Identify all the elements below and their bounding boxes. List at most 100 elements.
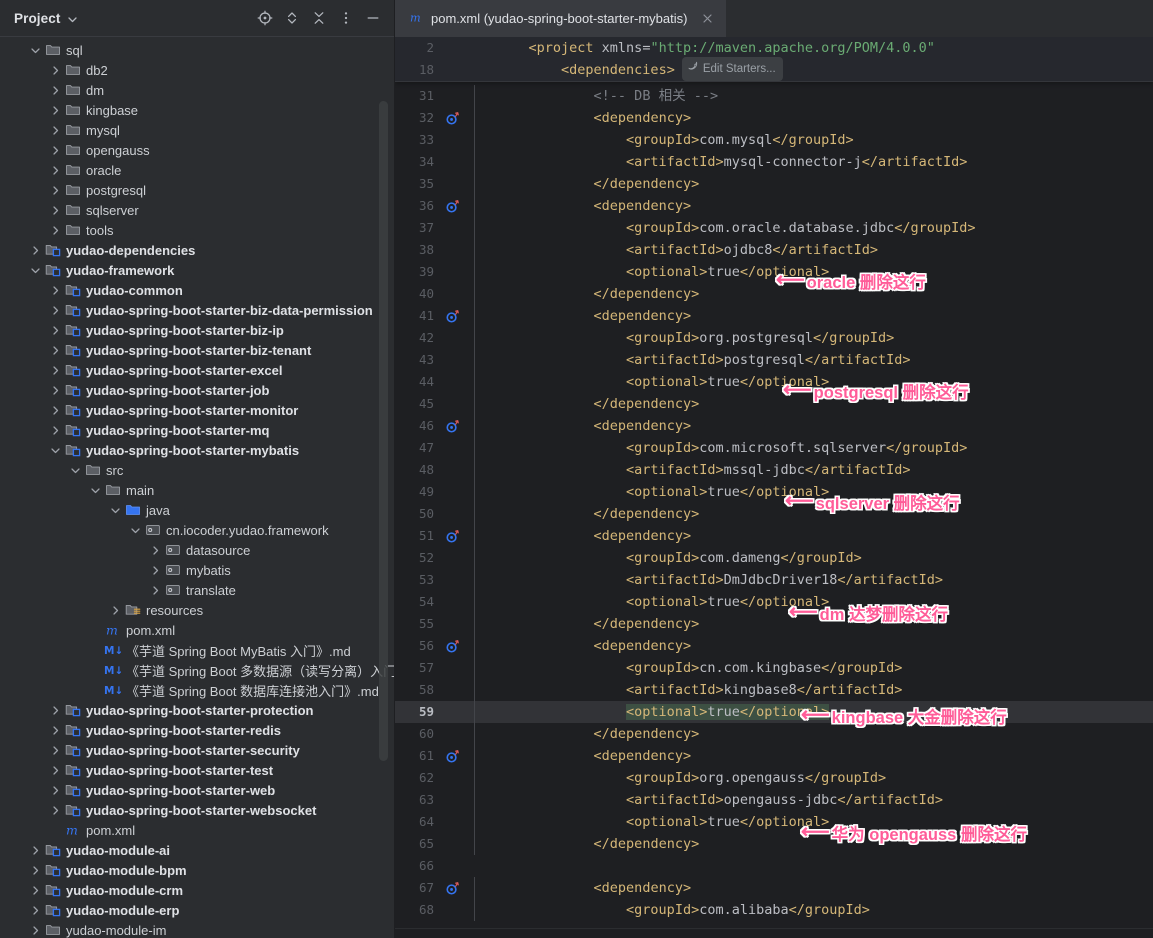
fold-column[interactable] — [462, 547, 486, 569]
fold-column[interactable] — [462, 701, 486, 723]
fold-column[interactable] — [462, 261, 486, 283]
tree-item[interactable]: yudao-spring-boot-starter-protection — [0, 700, 394, 720]
tree-item[interactable]: java — [0, 500, 394, 520]
tree-item[interactable]: sql — [0, 40, 394, 60]
fold-column[interactable] — [462, 239, 486, 261]
chevron-right-icon[interactable] — [48, 103, 62, 117]
chevron-down-icon[interactable] — [48, 443, 62, 457]
tree-item[interactable]: opengauss — [0, 140, 394, 160]
chevron-right-icon[interactable] — [48, 203, 62, 217]
tree-item[interactable]: M↓《芋道 Spring Boot MyBatis 入门》.md — [0, 640, 394, 660]
code-line[interactable]: 61 <dependency> — [395, 745, 1153, 767]
chevron-right-icon[interactable] — [48, 303, 62, 317]
gutter-dependency-icon[interactable] — [442, 635, 462, 657]
code-line[interactable]: 31 <!-- DB 相关 --> — [395, 85, 1153, 107]
edit-starters-inlay[interactable]: Edit Starters... — [682, 57, 783, 81]
chevron-right-icon[interactable] — [48, 783, 62, 797]
code-line[interactable]: 2 <project xmlns="http://maven.apache.or… — [395, 37, 1153, 59]
fold-column[interactable] — [462, 371, 486, 393]
code-line[interactable]: 35 </dependency> — [395, 173, 1153, 195]
fold-column[interactable] — [462, 789, 486, 811]
chevron-right-icon[interactable] — [48, 123, 62, 137]
code-line[interactable]: 48 <artifactId>mssql-jdbc</artifactId> — [395, 459, 1153, 481]
tree-item[interactable]: yudao-dependencies — [0, 240, 394, 260]
fold-column[interactable] — [462, 129, 486, 151]
gutter-dependency-icon[interactable] — [442, 745, 462, 767]
tree-item[interactable]: yudao-common — [0, 280, 394, 300]
collapse-all-button[interactable] — [306, 5, 332, 31]
tree-item[interactable]: yudao-spring-boot-starter-mq — [0, 420, 394, 440]
chevron-right-icon[interactable] — [48, 363, 62, 377]
fold-column[interactable] — [462, 349, 486, 371]
code-line[interactable]: 47 <groupId>com.microsoft.sqlserver</gro… — [395, 437, 1153, 459]
tree-item[interactable]: tools — [0, 220, 394, 240]
tree-item[interactable]: yudao-spring-boot-starter-excel — [0, 360, 394, 380]
tree-item[interactable]: resources — [0, 600, 394, 620]
code-line[interactable]: 60 </dependency> — [395, 723, 1153, 745]
fold-column[interactable] — [462, 393, 486, 415]
code-line[interactable]: 65 </dependency> — [395, 833, 1153, 855]
chevron-right-icon[interactable] — [48, 163, 62, 177]
project-tree-scrollbar[interactable] — [379, 101, 388, 761]
chevron-right-icon[interactable] — [48, 343, 62, 357]
project-panel-title[interactable]: Project — [14, 11, 60, 26]
chevron-down-icon[interactable] — [28, 263, 42, 277]
tree-item[interactable]: yudao-spring-boot-starter-mybatis — [0, 440, 394, 460]
tree-item[interactable]: mybatis — [0, 560, 394, 580]
code-line[interactable]: 50 </dependency> — [395, 503, 1153, 525]
tree-item[interactable]: yudao-spring-boot-starter-biz-ip — [0, 320, 394, 340]
fold-column[interactable] — [462, 569, 486, 591]
tree-item[interactable]: yudao-module-crm — [0, 880, 394, 900]
tree-item[interactable]: yudao-spring-boot-starter-biz-data-permi… — [0, 300, 394, 320]
chevron-down-icon[interactable] — [128, 523, 142, 537]
gutter-dependency-icon[interactable] — [442, 195, 462, 217]
gutter-dependency-icon[interactable] — [442, 415, 462, 437]
chevron-down-icon[interactable] — [66, 13, 79, 26]
tree-item[interactable]: yudao-framework — [0, 260, 394, 280]
chevron-right-icon[interactable] — [48, 323, 62, 337]
fold-column[interactable] — [462, 833, 486, 855]
fold-column[interactable] — [462, 591, 486, 613]
code-line[interactable]: 51 <dependency> — [395, 525, 1153, 547]
fold-column[interactable] — [462, 767, 486, 789]
chevron-right-icon[interactable] — [28, 883, 42, 897]
code-line[interactable]: 63 <artifactId>opengauss-jdbc</artifactI… — [395, 789, 1153, 811]
gutter-dependency-icon[interactable] — [442, 305, 462, 327]
fold-column[interactable] — [462, 679, 486, 701]
chevron-right-icon[interactable] — [28, 863, 42, 877]
fold-column[interactable] — [462, 899, 486, 921]
chevron-right-icon[interactable] — [48, 743, 62, 757]
gutter-dependency-icon[interactable] — [442, 107, 462, 129]
code-line[interactable]: 38 <artifactId>ojdbc8</artifactId> — [395, 239, 1153, 261]
chevron-down-icon[interactable] — [108, 503, 122, 517]
code-lines[interactable]: 31 <!-- DB 相关 -->32 <dependency>33 <grou… — [395, 37, 1153, 921]
chevron-right-icon[interactable] — [28, 903, 42, 917]
chevron-down-icon[interactable] — [88, 483, 102, 497]
tree-item[interactable]: yudao-spring-boot-starter-redis — [0, 720, 394, 740]
code-line[interactable]: 66 — [395, 855, 1153, 877]
tree-item[interactable]: main — [0, 480, 394, 500]
tree-item[interactable]: yudao-spring-boot-starter-websocket — [0, 800, 394, 820]
fold-column[interactable] — [462, 459, 486, 481]
tree-item[interactable]: cn.iocoder.yudao.framework — [0, 520, 394, 540]
chevron-down-icon[interactable] — [68, 463, 82, 477]
tree-item[interactable]: kingbase — [0, 100, 394, 120]
code-line[interactable]: 58 <artifactId>kingbase8</artifactId> — [395, 679, 1153, 701]
code-editor[interactable]: 2 <project xmlns="http://maven.apache.or… — [395, 37, 1153, 938]
code-line[interactable]: 37 <groupId>com.oracle.database.jdbc</gr… — [395, 217, 1153, 239]
fold-column[interactable] — [462, 723, 486, 745]
code-line[interactable]: 39 <optional>true</optional> — [395, 261, 1153, 283]
tree-item[interactable]: yudao-module-bpm — [0, 860, 394, 880]
chevron-right-icon[interactable] — [48, 403, 62, 417]
chevron-right-icon[interactable] — [48, 283, 62, 297]
code-line[interactable]: 42 <groupId>org.postgresql</groupId> — [395, 327, 1153, 349]
fold-column[interactable] — [462, 657, 486, 679]
code-line[interactable]: 36 <dependency> — [395, 195, 1153, 217]
hide-panel-button[interactable] — [360, 5, 386, 31]
more-vertical-icon[interactable] — [333, 5, 359, 31]
tree-item[interactable]: yudao-spring-boot-starter-test — [0, 760, 394, 780]
tree-item[interactable]: yudao-spring-boot-starter-biz-tenant — [0, 340, 394, 360]
tab-pom-xml[interactable]: m pom.xml (yudao-spring-boot-starter-myb… — [395, 0, 726, 37]
select-opened-file-button[interactable] — [252, 5, 278, 31]
tree-item[interactable]: M↓《芋道 Spring Boot 数据库连接池入门》.md — [0, 680, 394, 700]
